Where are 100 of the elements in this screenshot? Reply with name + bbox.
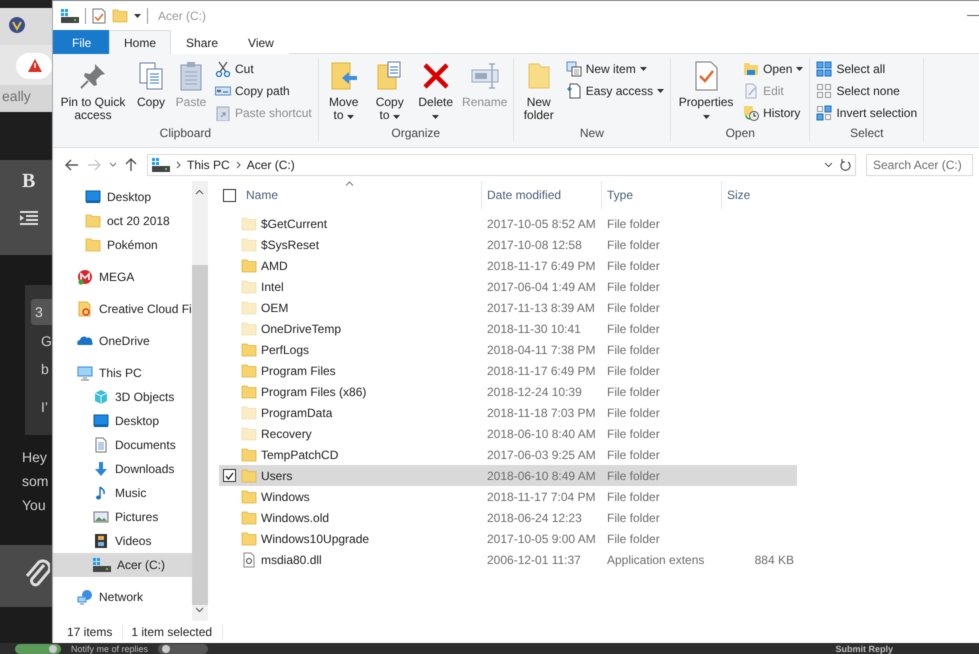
file-name: ProgramData (260, 406, 334, 420)
select-all-button[interactable]: Select all (813, 58, 920, 80)
column-header[interactable]: Type (602, 181, 722, 209)
nav-item[interactable]: Pictures (53, 505, 192, 529)
date-modified: 2018-06-10 8:49 AM (486, 468, 597, 482)
nav-item[interactable]: Documents (53, 433, 192, 457)
scroll-down-icon[interactable] (195, 607, 204, 613)
file-type: File folder (606, 426, 661, 440)
breadcrumb[interactable]: Acer (C:) (246, 158, 295, 172)
delete-button[interactable]: Delete (414, 58, 458, 125)
file-name: Program Files (x86) (260, 384, 368, 398)
file-name: Windows (260, 490, 311, 504)
nav-item[interactable]: This PC (53, 361, 192, 385)
nav-item[interactable]: MEGA (53, 265, 192, 289)
toggle-switch[interactable] (15, 644, 61, 654)
file-row[interactable]: Windows10Upgrade 2017-10-05 9:00 AM File folder (219, 528, 797, 549)
file-name: Users (260, 468, 294, 482)
folder-icon (85, 213, 101, 229)
new-item-button[interactable]: New item (562, 58, 668, 80)
copy-path-button[interactable]: Copy path (212, 80, 315, 102)
refresh-icon[interactable] (839, 158, 851, 172)
properties-icon[interactable] (92, 8, 106, 24)
select-none-button[interactable]: Select none (813, 80, 920, 102)
file-row[interactable]: TempPatchCD 2017-06-03 9:25 AM File folder (219, 444, 797, 465)
folder-icon (85, 237, 101, 253)
file-row[interactable]: OEM 2017-11-13 8:39 AM File folder (219, 297, 797, 318)
breadcrumb[interactable]: This PC (187, 158, 230, 172)
date-modified: 2017-06-03 9:25 AM (486, 448, 597, 462)
scroll-up-icon[interactable] (195, 189, 204, 195)
file-row[interactable]: AMD 2018-11-17 6:49 PM File folder (219, 255, 797, 276)
date-modified: 2018-11-17 6:49 PM (486, 258, 597, 272)
page-text: som (21, 472, 50, 491)
file-row[interactable]: Users 2018-06-10 8:49 AM File folder (219, 465, 797, 486)
page-background (0, 112, 52, 160)
file-row[interactable]: Program Files (x86) 2018-12-24 10:39 File folder (219, 381, 797, 402)
notify-label: Notify me of replies (71, 644, 148, 654)
nav-item[interactable]: Videos (53, 529, 192, 553)
column-header[interactable]: Name (241, 181, 482, 209)
file-row[interactable]: $GetCurrent 2017-10-05 8:52 AM File folder (219, 213, 797, 234)
file-row[interactable]: Program Files 2018-11-17 6:49 PM File folder (219, 360, 797, 381)
nav-item[interactable]: Desktop (53, 185, 192, 209)
chevron-down-icon[interactable] (824, 162, 833, 168)
bold-button[interactable]: B (0, 170, 52, 193)
search-field[interactable]: Search Acer (C:) (866, 154, 973, 176)
file-type: File folder (606, 342, 661, 356)
file-row[interactable]: ProgramData 2018-11-18 7:03 PM File folder (219, 402, 797, 423)
file-row[interactable]: Recovery 2018-06-10 8:40 AM File folder (219, 423, 797, 444)
select-all-checkbox[interactable] (223, 188, 236, 202)
new-folder-button[interactable]: New folder (516, 58, 561, 125)
cut-button[interactable]: Cut (212, 58, 315, 80)
nav-item[interactable]: Creative Cloud Fi (53, 297, 192, 321)
submit-button[interactable]: Submit Reply (835, 644, 893, 654)
toggle-switch[interactable] (158, 644, 208, 654)
invert-selection-button[interactable]: Invert selection (813, 102, 920, 124)
copy-button[interactable]: Copy (132, 58, 170, 125)
open-button[interactable]: Open (740, 58, 806, 80)
file-row[interactable]: $SysReset 2017-10-08 12:58 File folder (219, 234, 797, 255)
checkmark-icon (225, 472, 234, 480)
date-modified: 2017-10-05 9:00 AM (486, 532, 597, 546)
row-checkbox[interactable] (223, 469, 236, 482)
chevron-right-icon (236, 160, 241, 168)
file-row[interactable]: msdia80.dll 2006-12-01 11:37 Application extens 884 KB (219, 549, 797, 570)
file-type: File folder (606, 384, 661, 398)
page-text: b (40, 360, 50, 379)
file-menu-tab[interactable]: File (53, 30, 109, 54)
nav-item[interactable]: Desktop (53, 409, 192, 433)
nav-item[interactable]: Pokémon (53, 233, 192, 257)
nav-item[interactable]: oct 20 2018 (53, 209, 192, 233)
scrollbar[interactable] (192, 181, 208, 621)
easy-access-button[interactable]: Easy access (562, 80, 668, 102)
nav-item[interactable]: Network (53, 585, 192, 609)
column-header[interactable]: Size (722, 181, 794, 209)
file-type: File folder (606, 364, 661, 378)
download-arrow-icon (93, 461, 109, 477)
nav-item[interactable]: OneDrive (53, 329, 192, 353)
drive-icon (152, 158, 170, 172)
file-row[interactable]: Intel 2017-06-04 1:49 AM File folder (219, 276, 797, 297)
properties-button[interactable]: Properties (674, 58, 738, 125)
chevron-down-icon (109, 162, 117, 167)
nav-item[interactable]: Acer (C:) (53, 553, 192, 577)
file-row[interactable]: OneDriveTemp 2018-11-30 10:41 File folder (219, 318, 797, 339)
scroll-thumb[interactable] (192, 265, 208, 605)
file-row[interactable]: PerfLogs 2018-04-11 7:38 PM File folder (219, 339, 797, 360)
copy-to-button[interactable]: Copy to (368, 58, 412, 125)
address-bar[interactable]: This PC Acer (C:) (147, 154, 856, 176)
nav-item[interactable]: 3D Objects (53, 385, 192, 409)
file-name: TempPatchCD (260, 448, 340, 462)
ribbon-tab[interactable]: Home (109, 30, 172, 54)
file-row[interactable]: Windows.old 2018-06-24 12:23 File folder (219, 507, 797, 528)
cube-icon (93, 389, 109, 405)
nav-item[interactable]: Music (53, 481, 192, 505)
date-modified: 2018-04-11 7:38 PM (486, 342, 597, 356)
move-to-button[interactable]: Move to (322, 58, 366, 125)
pin-button[interactable]: Pin to Quick access (56, 58, 130, 125)
history-button[interactable]: History (740, 102, 806, 124)
nav-item[interactable]: Downloads (53, 457, 192, 481)
column-header[interactable]: Date modified (482, 181, 602, 209)
sort-ascending-icon (345, 181, 354, 186)
date-modified: 2017-10-08 12:58 (486, 238, 583, 252)
file-row[interactable]: Windows 2018-11-17 7:04 PM File folder (219, 486, 797, 507)
